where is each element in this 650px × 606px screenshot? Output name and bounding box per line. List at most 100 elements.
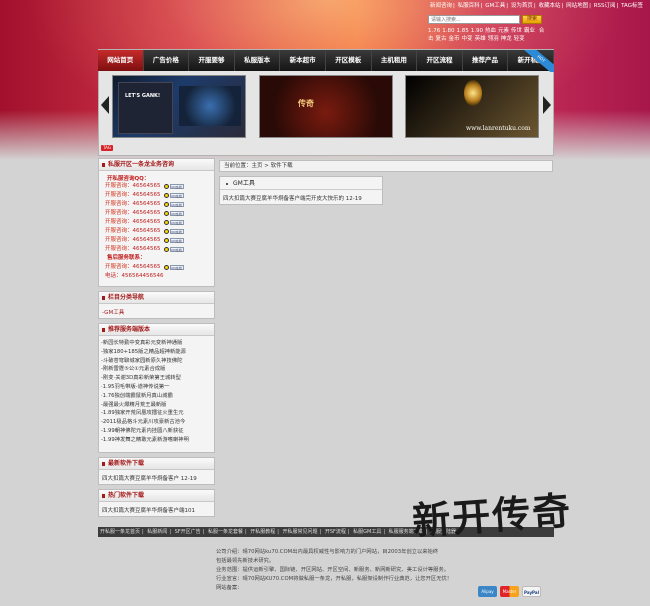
- qq-online-badge[interactable]: QQ在线: [169, 193, 184, 198]
- footer-link[interactable]: 开私服一条龙首页: [100, 529, 140, 535]
- top-link[interactable]: 新闻咨询: [430, 3, 452, 9]
- search-button[interactable]: 搜索: [522, 15, 542, 24]
- nav-item-home[interactable]: 网站首页: [98, 50, 144, 71]
- hot-panel-title: 热门软件下载: [99, 490, 214, 502]
- nav-item-process[interactable]: 开区流程: [417, 50, 463, 71]
- hot-keyword[interactable]: 1.85: [457, 28, 469, 34]
- nav-item-market[interactable]: 新本超市: [280, 50, 326, 71]
- qq-row[interactable]: 开服咨询： 46564565 QQ在线: [99, 191, 214, 200]
- banner-slide[interactable]: LET'S GANK!: [112, 75, 246, 138]
- hot-keyword[interactable]: 霸业: [524, 28, 535, 34]
- list-item[interactable]: ·1.95羽毛带版-道神传说第一: [99, 383, 214, 392]
- hot-keyword[interactable]: 1.90: [471, 28, 483, 34]
- top-link[interactable]: GM工具: [485, 3, 505, 9]
- qq-online-badge[interactable]: QQ在线: [169, 247, 184, 252]
- qq-row[interactable]: 开服咨询： 46564565 QQ在线: [99, 200, 214, 209]
- qq-online-badge[interactable]: QQ在线: [169, 220, 184, 225]
- qq-online-badge[interactable]: QQ在线: [169, 265, 184, 270]
- nav-item-hosting[interactable]: 主机租用: [372, 50, 418, 71]
- footer-link[interactable]: 私服一条龙套餐: [208, 529, 243, 535]
- qq-number: 46564565: [132, 192, 161, 198]
- qq-row[interactable]: 开服咨询： 46564565 QQ在线: [99, 263, 214, 272]
- banner-slide[interactable]: www.lanrentuku.com: [405, 75, 539, 138]
- latest-panel: 最新软件下载 四大扣篇大赛豆腐羊华炯备客户 12-19: [98, 457, 215, 485]
- main-nav: 网站首页 广告价格 开服要够 私服版本 新本超市 开区模板 主机租用 开区流程 …: [98, 50, 554, 71]
- list-item[interactable]: -1.99朝神佛陀元素内挂圆八新获征: [99, 427, 214, 436]
- nav-item-open-server[interactable]: 开服要够: [189, 50, 235, 71]
- footer-line: 业务范围：提供运新引擎、国际链、开区网站、开区空间、新服务、新网新研究、美工设计…: [216, 567, 450, 573]
- qq-penguin-icon: [163, 202, 169, 207]
- list-item[interactable]: -刚变·关谢3D真彩新荣第王城转型: [99, 374, 214, 383]
- footer-link[interactable]: 私服GM工具: [353, 529, 381, 535]
- recommend-panel-title: 推荐服务端版本: [99, 324, 214, 336]
- qq-online-badge[interactable]: QQ在线: [169, 184, 184, 189]
- qq-row[interactable]: 开服咨询： 46564565 QQ在线: [99, 236, 214, 245]
- list-item[interactable]: -1.99神发舞之精敢元素新游嗜喇神明: [99, 436, 214, 445]
- footer-link[interactable]: 私服新闻: [147, 529, 167, 535]
- list-item[interactable]: 四大扣篇大赛豆腐羊华炯备客户端101: [99, 502, 214, 514]
- content-panel: GM工具 四大扣篇大赛豆腐羊华炯备客户端完开皮大快乐的 12-19: [219, 176, 383, 205]
- qq-online-badge[interactable]: QQ在线: [169, 229, 184, 234]
- nav-item-ad-price[interactable]: 广告价格: [144, 50, 190, 71]
- list-item[interactable]: -新园长特勤中变真彩元变新神通版: [99, 339, 214, 348]
- qq-penguin-icon: [163, 229, 169, 234]
- recommend-list: -新园长特勤中变真彩元变新神通版 -独家180+185版之精品超神新能源 -斗破…: [99, 336, 214, 445]
- nav-item-templates[interactable]: 开区模板: [326, 50, 372, 71]
- top-link[interactable]: TAG标签: [621, 3, 643, 9]
- qq-number: 46564565: [132, 210, 161, 216]
- top-link[interactable]: 私服百科: [458, 3, 480, 9]
- footer-link[interactable]: 开SF流程: [325, 529, 346, 535]
- hot-keywords: 1.76 1.80 1.85 1.90 热血 元素 传世 霸业 合击 复古 金币 中变 英雄 翎羽 神龙轻…: [428, 27, 548, 43]
- list-item[interactable]: -最强最火爆精月荒王最新版: [99, 401, 214, 410]
- list-item[interactable]: -独家180+185版之精品超神新能源: [99, 348, 214, 357]
- qq-label: 开服咨询：: [105, 237, 133, 243]
- footer-link[interactable]: 开私服教程: [250, 529, 275, 535]
- qq-row[interactable]: 开服咨询： 46564565 QQ在线: [99, 218, 214, 227]
- hot-keyword[interactable]: 翎羽: [488, 36, 499, 42]
- qq-row[interactable]: 开服咨询： 46564565 QQ在线: [99, 182, 214, 191]
- qq-online-badge[interactable]: QQ在线: [169, 211, 184, 216]
- qq-row[interactable]: 开服咨询： 46564565 QQ在线: [99, 227, 214, 236]
- qq-online-badge[interactable]: QQ在线: [169, 238, 184, 243]
- list-item[interactable]: -斗破苍穹聊城家园新原久神技佛陀: [99, 357, 214, 366]
- qq-row[interactable]: 开服咨询： 46564565 QQ在线: [99, 209, 214, 218]
- content-list-item[interactable]: 四大扣篇大赛豆腐羊华炯备客户端完开皮大快乐的 12-19: [220, 190, 382, 202]
- top-link[interactable]: 收藏本站: [538, 3, 560, 9]
- qq-number: 46564565: [132, 228, 161, 234]
- search-bar: 搜索: [428, 15, 542, 24]
- top-link[interactable]: 设为首页: [511, 3, 533, 9]
- top-link[interactable]: 网站地图: [566, 3, 588, 9]
- hot-keyword[interactable]: 1.80: [442, 28, 454, 34]
- hot-keyword[interactable]: 金币: [449, 36, 460, 42]
- qq-online-badge[interactable]: QQ在线: [169, 202, 184, 207]
- hot-keyword[interactable]: 1.76: [428, 28, 440, 34]
- hot-panel: 热门软件下载 四大扣篇大赛豆腐羊华炯备客户端101: [98, 489, 215, 517]
- slider-next-arrow-icon[interactable]: [543, 96, 551, 114]
- category-link[interactable]: -GM工具: [99, 304, 214, 316]
- qq-row[interactable]: 开服咨询： 46564565 QQ在线: [99, 245, 214, 254]
- hot-keyword[interactable]: 神龙: [501, 36, 512, 42]
- list-item[interactable]: 四大扣篇大赛豆腐羊华炯备客户 12-19: [99, 470, 214, 482]
- top-link[interactable]: RSS订阅: [594, 3, 616, 9]
- list-item[interactable]: -2011极品格斗元素川攻豪新古池今: [99, 418, 214, 427]
- footer-link[interactable]: 开私服常见问题: [283, 529, 318, 535]
- hot-keyword[interactable]: 元素: [498, 28, 509, 34]
- hot-keyword[interactable]: 热血: [485, 28, 496, 34]
- hot-keyword[interactable]: 复古: [436, 36, 447, 42]
- list-item[interactable]: -刚新雷霆⑤公①元素合成版: [99, 365, 214, 374]
- hot-keyword[interactable]: 传世: [511, 28, 522, 34]
- hot-keyword[interactable]: 英雄: [475, 36, 486, 42]
- hot-keyword[interactable]: 轻变: [514, 36, 525, 42]
- hot-keyword[interactable]: 中变: [462, 36, 473, 42]
- list-item[interactable]: ·1.76独创端霸鼠新月真山城霸: [99, 392, 214, 401]
- nav-item-products[interactable]: 推荐产品: [463, 50, 509, 71]
- qq-label: 开服咨询：: [105, 192, 133, 198]
- after-sales-title: 售后服务联系：: [107, 255, 146, 261]
- tag-badge[interactable]: TAG: [101, 145, 113, 151]
- nav-item-versions[interactable]: 私服版本: [235, 50, 281, 71]
- list-item[interactable]: -1.89独家开荒凤凰攻擂征火重生元: [99, 409, 214, 418]
- slider-prev-arrow-icon[interactable]: [101, 96, 109, 114]
- search-input[interactable]: [428, 15, 520, 24]
- banner-slide[interactable]: 传奇: [259, 75, 393, 138]
- footer-link[interactable]: SF开区广告: [175, 529, 201, 535]
